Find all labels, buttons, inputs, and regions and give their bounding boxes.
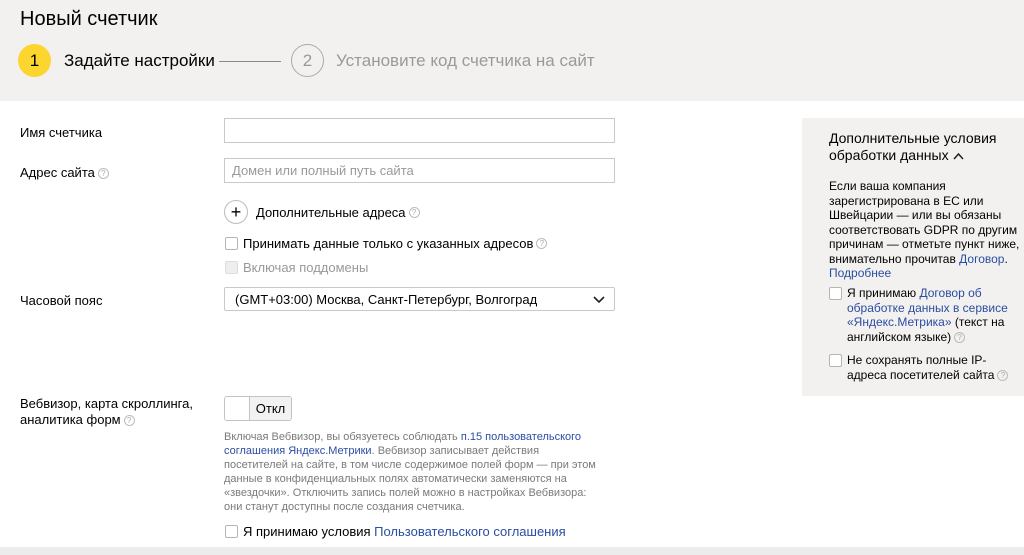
only-specified-row[interactable]: Принимать данные только с указанных адре… — [225, 236, 548, 251]
no-ip-text: Не сохранять полные IP-адреса посетителе… — [847, 353, 995, 382]
question-icon[interactable]: ? — [97, 168, 109, 180]
plus-icon[interactable]: + — [224, 200, 248, 224]
step-2-label: Установите код счетчика на сайт — [336, 50, 595, 70]
only-specified-checkbox[interactable] — [225, 237, 238, 250]
accept-terms-text: Я принимаю условия — [243, 524, 375, 539]
include-subdomains-row: Включая поддомены — [225, 260, 368, 275]
timezone-select[interactable]: (GMT+03:00) Москва, Санкт-Петербург, Вол… — [224, 287, 615, 311]
site-address-label-row: Адрес сайта? — [20, 165, 109, 181]
webvisor-label-line2: аналитика форм — [20, 412, 121, 427]
step-connector — [219, 61, 281, 62]
chevron-down-icon — [593, 296, 605, 304]
step-1-number: 1 — [18, 44, 51, 77]
webvisor-label-line1: Вебвизор, карта скроллинга, — [20, 396, 193, 411]
question-icon[interactable]: ? — [123, 415, 135, 427]
header: Новый счетчик 1 Задайте настройки 2 Уста… — [0, 0, 1024, 101]
site-address-input[interactable] — [224, 158, 615, 183]
additional-addresses-label[interactable]: Дополнительные адреса — [256, 205, 406, 220]
hint-text-part1: Включая Вебвизор, вы обязуетесь соблюдат… — [224, 431, 461, 443]
gdpr-accept-text: Я принимаю — [847, 286, 920, 300]
gdpr-accept-label: Я принимаю Договор об обработке данных в… — [847, 286, 1021, 344]
user-agreement-link[interactable]: Пользовательского соглашения — [374, 524, 566, 539]
chevron-up-icon[interactable] — [953, 152, 964, 160]
step-2-number: 2 — [291, 44, 324, 77]
timezone-value: (GMT+03:00) Москва, Санкт-Петербург, Вол… — [235, 291, 538, 307]
page-title: Новый счетчик — [20, 8, 158, 30]
site-address-label: Адрес сайта — [20, 165, 95, 180]
question-icon[interactable]: ? — [997, 369, 1009, 381]
gdpr-accept-row[interactable]: Я принимаю Договор об обработке данных в… — [829, 286, 1021, 344]
step-2[interactable]: 2 Установите код счетчика на сайт — [291, 44, 595, 77]
webvisor-toggle[interactable]: Откл — [224, 396, 292, 421]
bottom-bar — [0, 547, 1024, 555]
gdpr-panel-title-text[interactable]: Дополнительные условия обработки данных — [829, 130, 997, 163]
toggle-knob[interactable] — [225, 397, 250, 420]
question-icon[interactable]: ? — [408, 206, 420, 218]
no-ip-row[interactable]: Не сохранять полные IP-адреса посетителе… — [829, 353, 1021, 382]
no-ip-checkbox[interactable] — [829, 354, 842, 367]
step-1-label: Задайте настройки — [64, 50, 215, 70]
only-specified-label[interactable]: Принимать данные только с указанных адре… — [243, 236, 533, 251]
question-icon[interactable]: ? — [536, 238, 548, 249]
timezone-label: Часовой пояс — [20, 293, 103, 308]
accept-terms-label[interactable]: Я принимаю условия Пользовательского сог… — [243, 524, 566, 539]
gdpr-accept-checkbox[interactable] — [829, 287, 842, 300]
webvisor-label: Вебвизор, карта скроллинга, аналитика фо… — [20, 396, 193, 428]
more-info-link[interactable]: Подробнее — [829, 266, 891, 280]
webvisor-hint: Включая Вебвизор, вы обязуетесь соблюдат… — [224, 430, 604, 514]
no-ip-label: Не сохранять полные IP-адреса посетителе… — [847, 353, 1021, 382]
step-1: 1 Задайте настройки — [18, 44, 215, 77]
accept-terms-row[interactable]: Я принимаю условия Пользовательского сог… — [225, 524, 566, 539]
gdpr-panel: Дополнительные условия обработки данных … — [802, 118, 1024, 396]
question-icon[interactable]: ? — [954, 331, 966, 343]
gdpr-panel-title[interactable]: Дополнительные условия обработки данных — [829, 130, 1004, 164]
counter-name-label: Имя счетчика — [20, 125, 103, 140]
include-subdomains-checkbox — [225, 261, 238, 274]
toggle-label: Откл — [250, 397, 291, 420]
gdpr-panel-text: Если ваша компания зарегистрирована в ЕС… — [829, 179, 1021, 281]
include-subdomains-label: Включая поддомены — [243, 260, 369, 275]
counter-name-input[interactable] — [224, 118, 615, 143]
accept-terms-checkbox[interactable] — [225, 525, 238, 538]
gdpr-text-part2: . — [1004, 251, 1008, 266]
contract-link[interactable]: Договор — [959, 252, 1004, 266]
additional-addresses-row[interactable]: + Дополнительные адреса? — [224, 200, 420, 224]
